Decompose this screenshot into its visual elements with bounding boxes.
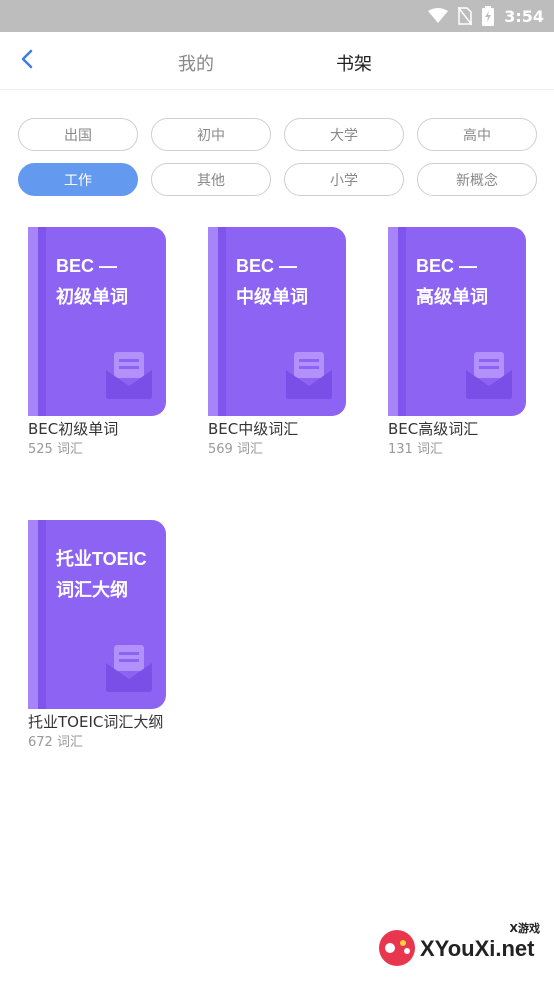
book-spine-shadow: [398, 227, 406, 416]
no-sim-icon: [458, 7, 473, 25]
book-spine: [208, 227, 218, 416]
book-spine: [28, 520, 38, 709]
book-card[interactable]: BEC — 初级单词 BEC初级单词 525 词汇: [28, 227, 166, 458]
category-chip-gaozhong[interactable]: 高中: [417, 118, 537, 151]
book-card[interactable]: 托业TOEIC 词汇大纲 托业TOEIC词汇大纲 672 词汇: [28, 520, 166, 751]
chevron-left-icon: [20, 49, 34, 73]
category-chip-gongzuo[interactable]: 工作: [18, 163, 138, 196]
category-filter: 出国 初中 大学 高中 工作 其他 小学 新概念: [18, 118, 537, 196]
book-cover: BEC — 中级单词: [208, 227, 346, 416]
book-spine-shadow: [218, 227, 226, 416]
book-cover-title: 托业TOEIC 词汇大纲: [56, 549, 147, 600]
book-cover-title: BEC — 中级单词: [236, 256, 308, 307]
book-word-count: 672 词汇: [28, 735, 83, 750]
book-cover: 托业TOEIC 词汇大纲: [28, 520, 166, 709]
battery-charging-icon: [482, 6, 495, 26]
book-cover: BEC — 高级单词: [388, 227, 526, 416]
category-chip-qita[interactable]: 其他: [151, 163, 271, 196]
book-name: BEC高级词汇: [388, 420, 479, 438]
site-logo-text: XYouXi.net: [420, 936, 535, 961]
top-navigation: 我的 书架: [0, 32, 554, 90]
status-time: 3:54: [504, 6, 544, 26]
gamepad-icon: [376, 928, 418, 972]
back-button[interactable]: [12, 46, 42, 76]
book-card[interactable]: BEC — 中级单词 BEC中级词汇 569 词汇: [208, 227, 346, 458]
envelope-icon: [104, 350, 154, 404]
book-word-count: 131 词汇: [388, 442, 443, 457]
category-chip-xingainian[interactable]: 新概念: [417, 163, 537, 196]
status-bar: 3:54: [0, 0, 554, 32]
book-spine: [28, 227, 38, 416]
category-chip-chuguo[interactable]: 出国: [18, 118, 138, 151]
book-cover: BEC — 初级单词: [28, 227, 166, 416]
book-name: 托业TOEIC词汇大纲: [28, 713, 164, 731]
book-word-count: 525 词汇: [28, 442, 83, 457]
tab-bookshelf[interactable]: 书架: [336, 50, 372, 76]
tab-mine[interactable]: 我的: [178, 50, 214, 76]
book-cover-title: BEC — 初级单词: [56, 256, 128, 307]
site-logo-small-text: X游戏: [509, 922, 540, 935]
envelope-icon: [464, 350, 514, 404]
book-word-count: 569 词汇: [208, 442, 263, 457]
book-name: BEC中级词汇: [208, 420, 299, 438]
book-grid: BEC — 初级单词 BEC初级单词 525 词汇 BEC — 中级单词 BEC…: [28, 227, 548, 751]
book-spine-shadow: [38, 227, 46, 416]
site-watermark-logo: X游戏 XYouXi.net: [376, 914, 546, 974]
envelope-icon: [284, 350, 334, 404]
book-cover-title: BEC — 高级单词: [416, 256, 488, 307]
category-chip-chuzhong[interactable]: 初中: [151, 118, 271, 151]
category-chip-daxue[interactable]: 大学: [284, 118, 404, 151]
book-name: BEC初级单词: [28, 420, 119, 438]
envelope-icon: [104, 643, 154, 697]
status-icons: 3:54: [428, 0, 544, 32]
category-chip-xiaoxue[interactable]: 小学: [284, 163, 404, 196]
book-spine: [388, 227, 398, 416]
wifi-icon: [428, 8, 449, 24]
book-spine-shadow: [38, 520, 46, 709]
book-card[interactable]: BEC — 高级单词 BEC高级词汇 131 词汇: [388, 227, 526, 458]
